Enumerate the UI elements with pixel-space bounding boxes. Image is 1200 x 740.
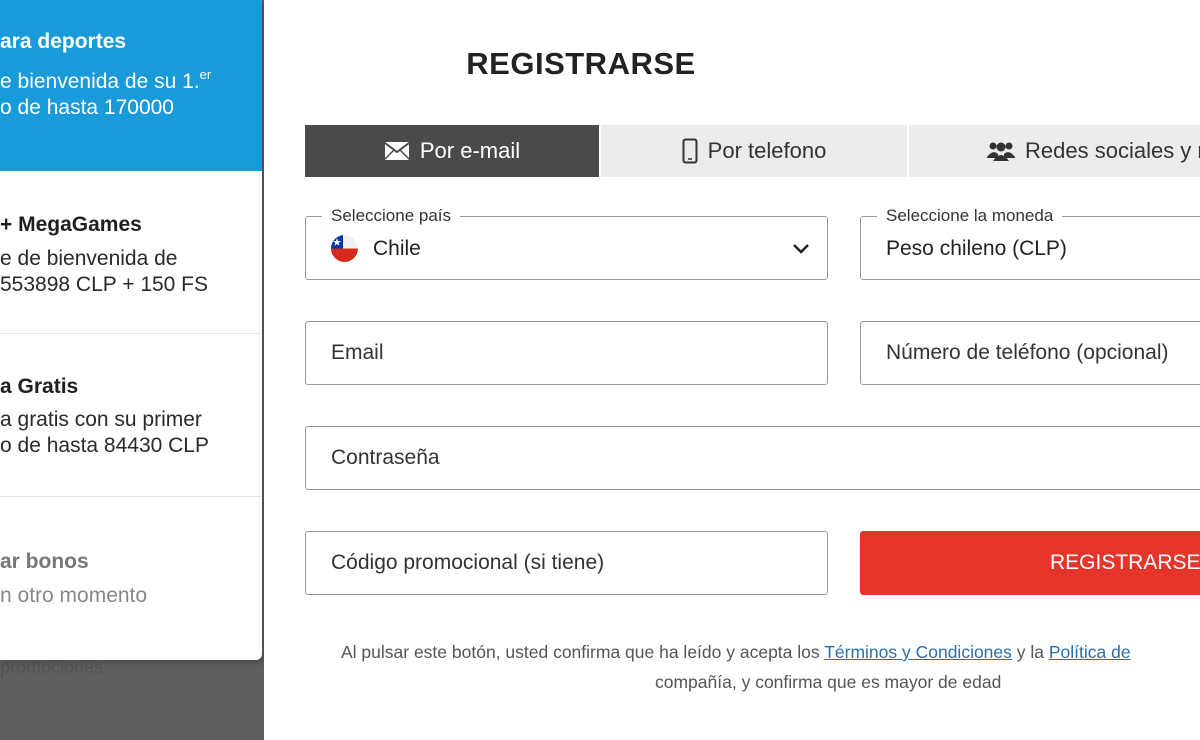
- bonus-option-free-bet[interactable]: a Gratis a gratis con su primer o de has…: [0, 334, 262, 497]
- terms-link[interactable]: Términos y Condiciones: [824, 642, 1012, 662]
- mobile-phone-icon: [682, 138, 698, 164]
- bonus-description: a gratis con su primer o de hasta 84430 …: [0, 408, 209, 457]
- email-field[interactable]: [305, 321, 828, 385]
- chevron-down-icon: [793, 244, 809, 254]
- page-title: REGISTRARSE: [466, 46, 696, 81]
- tab-label: Por telefono: [707, 138, 827, 163]
- legal-line-1: Al pulsar este botón, usted confirma que…: [341, 642, 1131, 662]
- tab-phone[interactable]: Por telefono: [599, 125, 907, 177]
- bonus-description: e de bienvenida de 553898 CLP + 150 FS: [0, 247, 209, 296]
- chile-flag-icon: [331, 235, 358, 262]
- country-value: Chile: [373, 237, 421, 260]
- bonus-title: + MegaGames: [0, 213, 142, 236]
- tab-social-networks[interactable]: Redes sociales y m: [907, 125, 1200, 177]
- currency-legend: Seleccione la moneda: [877, 206, 1063, 226]
- promo-code-input[interactable]: [306, 532, 827, 594]
- bonus-title: ar bonos: [0, 550, 89, 573]
- bonus-title: a Gratis: [0, 375, 79, 398]
- envelope-icon: [384, 142, 410, 160]
- background-text: promociones: [0, 657, 104, 677]
- legal-line-2: compañía, y confirma que es mayor de eda…: [655, 672, 1002, 692]
- password-field[interactable]: [305, 426, 1200, 490]
- bonus-selector-panel: ara deportes e bienvenida de su 1.er o d…: [0, 0, 262, 660]
- tab-label: Redes sociales y m: [1025, 138, 1200, 163]
- bonus-description: n otro momento: [0, 584, 148, 607]
- tab-label: Por e-mail: [419, 138, 521, 163]
- currency-select[interactable]: Seleccione la moneda Peso chileno (CLP): [860, 206, 1200, 280]
- country-legend: Seleccione país: [322, 206, 461, 226]
- phone-field[interactable]: [860, 321, 1200, 385]
- registration-method-tabs: Por e-mail Por telefono Redes sociales y…: [305, 125, 1200, 177]
- privacy-policy-link[interactable]: Política de: [1049, 642, 1131, 662]
- currency-value: Peso chileno (CLP): [886, 237, 1067, 260]
- phone-input[interactable]: [861, 322, 1200, 384]
- promo-code-field[interactable]: [305, 531, 828, 595]
- bonus-option-later[interactable]: ar bonos n otro momento: [0, 497, 262, 660]
- password-input[interactable]: [306, 427, 1200, 489]
- email-input[interactable]: [306, 322, 827, 384]
- register-button[interactable]: REGISTRARSE: [860, 531, 1200, 595]
- registration-form: REGISTRARSE Por e-mail Por telefono Rede…: [264, 0, 1200, 740]
- country-select[interactable]: Seleccione país Chile: [305, 206, 828, 280]
- users-icon: [987, 142, 1015, 161]
- bonus-option-megagames[interactable]: + MegaGames e de bienvenida de 553898 CL…: [0, 171, 262, 334]
- bonus-option-sports[interactable]: ara deportes e bienvenida de su 1.er o d…: [0, 0, 262, 171]
- tab-email[interactable]: Por e-mail: [305, 125, 599, 177]
